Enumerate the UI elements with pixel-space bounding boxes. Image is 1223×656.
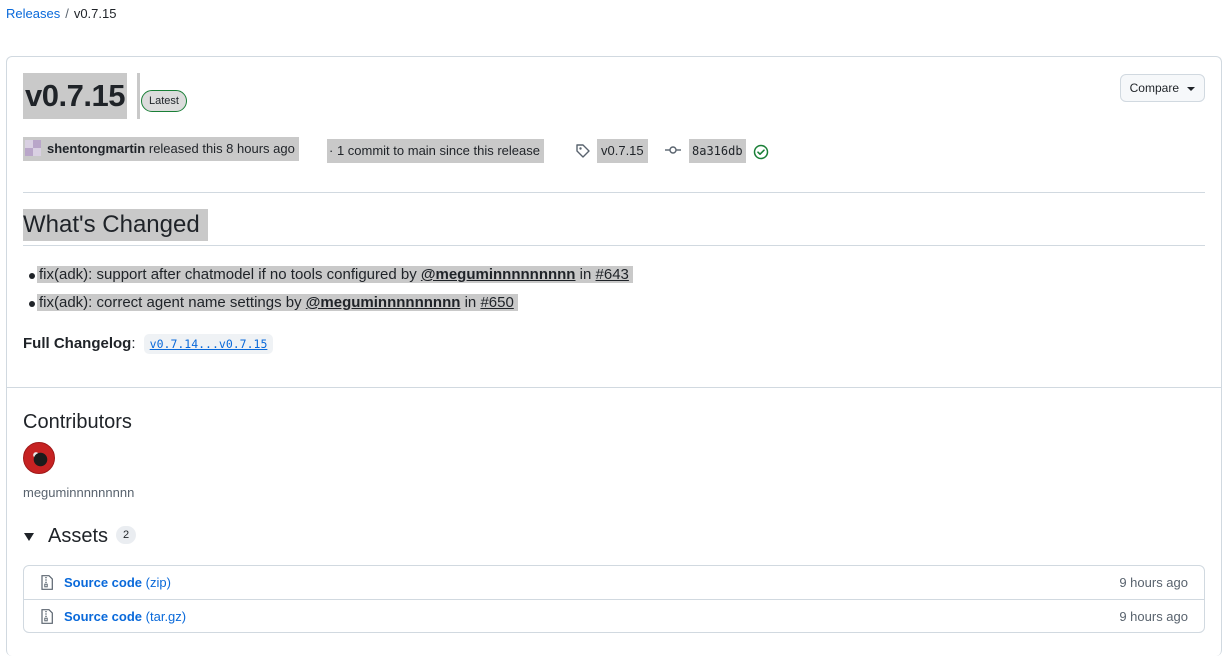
list-item: Source code (zip) 9 hours ago [24,566,1204,599]
contributor-name: meguminnnnnnnnn [23,485,135,500]
change-list: fix(adk): support after chatmodel if no … [29,264,633,320]
released-text: released this 8 hours ago [148,141,295,156]
list-item: fix(adk): support after chatmodel if no … [29,264,633,292]
breadcrumb-separator: / [65,6,69,21]
release-author-line: shentongmartin released this 8 hours ago [23,137,299,161]
compare-button[interactable]: Compare [1119,74,1205,102]
list-item: Source code (tar.gz) 9 hours ago [24,599,1204,632]
section-divider [7,387,1221,388]
contributor-avatar[interactable] [23,442,55,474]
assets-heading: Assets [48,525,109,547]
breadcrumb-current: v0.7.15 [73,6,117,21]
asset-ext: (tar.gz) [145,609,187,624]
change-item-2: fix(adk): correct agent name settings by… [37,294,518,311]
author-link[interactable]: shentongmartin [47,141,145,156]
release-card: v0.7.15 Latest Compare shentongmartin re… [6,56,1222,656]
commit-sha-link[interactable]: 8a316db [689,139,746,163]
breadcrumb: Releases / v0.7.15 [6,6,116,21]
changelog-compare-link[interactable]: v0.7.14...v0.7.15 [150,337,268,351]
change-text: fix(adk): correct agent name settings by [39,294,302,311]
file-zip-icon [41,609,53,624]
assets-list: Source code (zip) 9 hours ago Source cod… [23,565,1205,633]
whats-changed-heading: What's Changed [23,209,208,241]
title-highlight-bar [137,73,140,119]
meta-divider [23,192,1205,193]
full-changelog-colon: : [131,335,136,352]
in-text: in [579,266,592,283]
triangle-down-icon [24,532,34,541]
in-text: in [464,294,477,311]
list-item: fix(adk): correct agent name settings by… [29,292,633,320]
change-item-1: fix(adk): support after chatmodel if no … [37,266,633,283]
compare-label: Compare [1129,81,1179,95]
contributors-heading: Contributors [23,411,132,433]
full-changelog-code: v0.7.14...v0.7.15 [143,334,274,354]
assets-count-badge: 2 [116,526,137,544]
tag-link[interactable]: v0.7.15 [597,139,648,163]
full-changelog-label: Full Changelog [23,335,132,352]
assets-toggle[interactable]: Assets 2 [23,523,137,549]
release-title: v0.7.15 [23,73,127,119]
pr-link[interactable]: #650 [480,294,513,311]
user-mention-link[interactable]: @meguminnnnnnnnn [306,294,461,311]
pr-link[interactable]: #643 [596,266,629,283]
file-zip-icon [41,575,53,590]
release-meta: shentongmartin released this 8 hours ago… [23,137,823,163]
releases-link[interactable]: Releases [6,6,60,21]
user-mention-link[interactable]: @meguminnnnnnnnn [421,266,576,283]
asset-ext: (zip) [145,575,171,590]
asset-time: 9 hours ago [1119,609,1188,624]
asset-name: Source code [64,609,143,624]
latest-badge: Latest [141,90,187,112]
author-avatar[interactable] [25,140,41,156]
asset-download-link[interactable]: Source code (tar.gz) [64,609,186,624]
full-changelog: Full Changelog: v0.7.14...v0.7.15 [23,333,274,355]
change-text: fix(adk): support after chatmodel if no … [39,266,417,283]
commits-since-link[interactable]: · 1 commit to main since this release [327,139,544,163]
asset-download-link[interactable]: Source code (zip) [64,575,171,590]
asset-name: Source code [64,575,143,590]
chevron-down-icon [1187,86,1195,91]
heading-divider [23,245,1205,246]
asset-time: 9 hours ago [1119,575,1188,590]
